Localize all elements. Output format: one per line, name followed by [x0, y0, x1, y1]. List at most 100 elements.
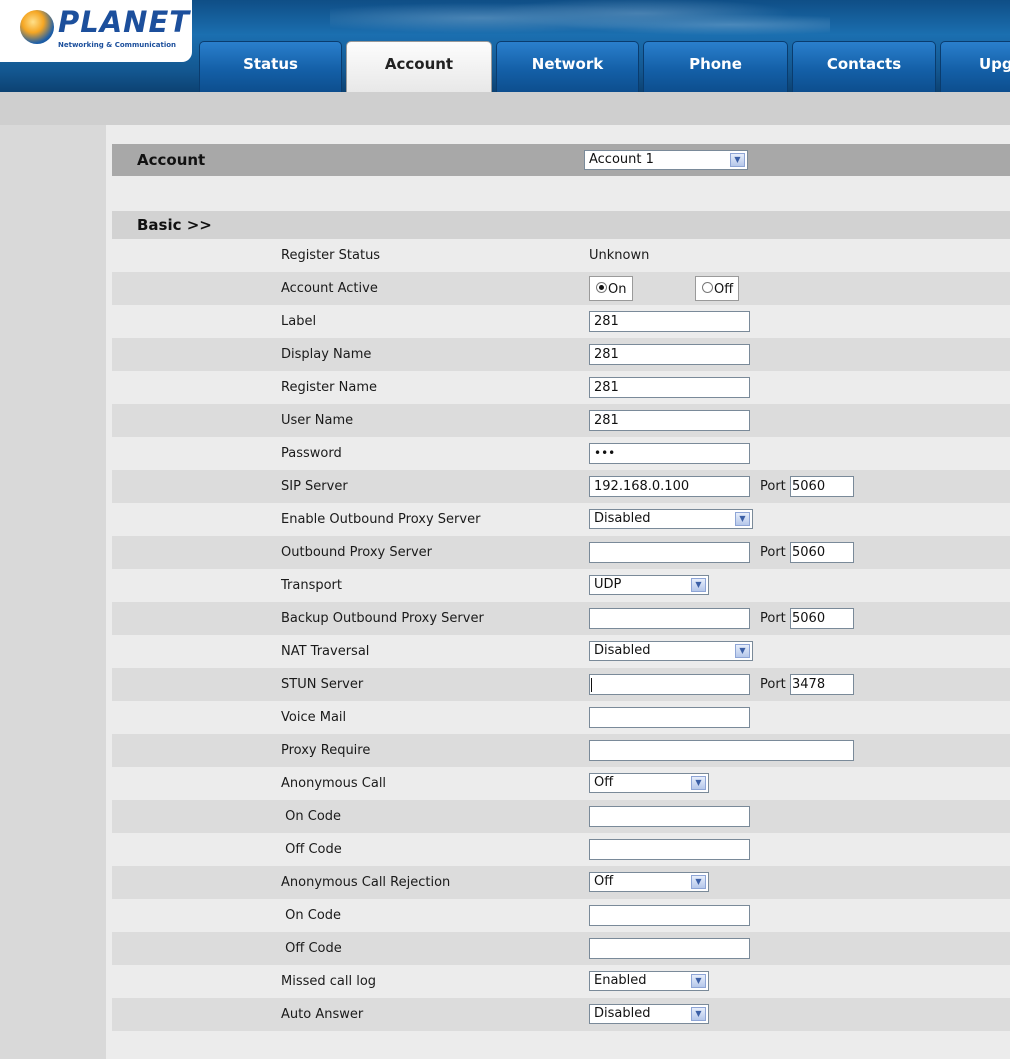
display-name-label: Display Name [281, 347, 372, 362]
tab-upgrade[interactable]: Upg [940, 41, 1010, 92]
outbound-proxy-label: Outbound Proxy Server [281, 545, 433, 560]
row-backup-outbound-proxy: Backup Outbound Proxy Server Port 5060 [112, 602, 1010, 635]
backup-outbound-proxy-input[interactable] [589, 608, 750, 629]
header-banner: PLANET Networking & Communication Status… [0, 0, 1010, 92]
basic-section-header[interactable]: Basic >> [112, 211, 1010, 239]
auto-answer-select[interactable]: Disabled ▼ [589, 1004, 709, 1024]
tab-status[interactable]: Status [199, 41, 342, 92]
row-password: Password ••• [112, 437, 1010, 470]
account-active-label: Account Active [281, 281, 378, 296]
sip-server-label: SIP Server [281, 479, 348, 494]
rej-off-code-input[interactable] [589, 938, 750, 959]
missed-call-log-select[interactable]: Enabled ▼ [589, 971, 709, 991]
anonymous-call-label: Anonymous Call [281, 776, 387, 791]
select-value: Enabled [594, 973, 647, 988]
password-label: Password [281, 446, 342, 461]
nat-traversal-select[interactable]: Disabled ▼ [589, 641, 753, 661]
anon-on-code-input[interactable] [589, 806, 750, 827]
missed-call-log-label: Missed call log [281, 974, 377, 989]
chevron-down-icon: ▼ [730, 153, 745, 167]
tab-contacts[interactable]: Contacts [792, 41, 936, 92]
voice-mail-input[interactable] [589, 707, 750, 728]
sip-port-input[interactable]: 5060 [790, 476, 854, 497]
stun-port-label: Port [760, 677, 786, 692]
chevron-down-icon: ▼ [691, 875, 706, 889]
register-status-label: Register Status [281, 248, 381, 263]
outbound-proxy-port-input[interactable]: 5060 [790, 542, 854, 563]
row-display-name: Display Name 281 [112, 338, 1010, 371]
proxy-require-input[interactable] [589, 740, 854, 761]
select-value: Disabled [594, 511, 651, 526]
outbound-proxy-port-label: Port [760, 545, 786, 560]
anon-off-code-label: Off Code [281, 842, 342, 857]
backup-port-input[interactable]: 5060 [790, 608, 854, 629]
basic-section-title: Basic >> [137, 216, 212, 234]
user-name-input[interactable]: 281 [589, 410, 750, 431]
anonymous-call-select[interactable]: Off ▼ [589, 773, 709, 793]
password-input[interactable]: ••• [589, 443, 750, 464]
account-active-on-radio[interactable]: On [589, 276, 633, 301]
planet-logo[interactable]: PLANET Networking & Communication [0, 0, 192, 62]
row-proxy-require: Proxy Require [112, 734, 1010, 767]
auto-answer-label: Auto Answer [281, 1007, 364, 1022]
backup-outbound-proxy-label: Backup Outbound Proxy Server [281, 611, 484, 626]
world-map-graphic [330, 0, 830, 45]
stun-port-input[interactable]: 3478 [790, 674, 854, 695]
outbound-proxy-input[interactable] [589, 542, 750, 563]
account-panel: Account Account 1 ▼ Basic >> Register St… [106, 125, 1010, 1059]
row-anon-on-code: On Code [112, 800, 1010, 833]
logo-brand: PLANET [58, 5, 191, 39]
chevron-down-icon: ▼ [735, 644, 750, 658]
chevron-down-icon: ▼ [735, 512, 750, 526]
tab-phone[interactable]: Phone [643, 41, 788, 92]
row-outbound-proxy: Outbound Proxy Server Port 5060 [112, 536, 1010, 569]
account-section-title: Account [137, 151, 206, 169]
row-auto-answer: Auto Answer Disabled ▼ [112, 998, 1010, 1031]
anon-on-code-label: On Code [281, 809, 342, 824]
left-column [0, 125, 106, 1059]
chevron-down-icon: ▼ [691, 776, 706, 790]
select-value: Off [594, 874, 614, 889]
select-value: Disabled [594, 1006, 651, 1021]
row-register-name: Register Name 281 [112, 371, 1010, 404]
radio-off-label: Off [714, 282, 734, 297]
account-select[interactable]: Account 1 ▼ [584, 150, 748, 170]
select-value: Disabled [594, 643, 651, 658]
anon-off-code-input[interactable] [589, 839, 750, 860]
transport-select[interactable]: UDP ▼ [589, 575, 709, 595]
tab-network[interactable]: Network [496, 41, 639, 92]
chevron-down-icon: ▼ [691, 974, 706, 988]
sip-server-input[interactable]: 192.168.0.100 [589, 476, 750, 497]
backup-port-label: Port [760, 611, 786, 626]
row-enable-outbound-proxy: Enable Outbound Proxy Server Disabled ▼ [112, 503, 1010, 536]
register-status-value: Unknown [589, 248, 650, 263]
account-select-value: Account 1 [589, 152, 654, 167]
row-register-status: Register Status Unknown [112, 239, 1010, 272]
account-active-off-radio[interactable]: Off [695, 276, 739, 301]
tab-account[interactable]: Account [346, 41, 492, 92]
chevron-down-icon: ▼ [691, 578, 706, 592]
row-anonymous-call: Anonymous Call Off ▼ [112, 767, 1010, 800]
enable-outbound-proxy-label: Enable Outbound Proxy Server [281, 512, 481, 527]
row-stun-server: STUN Server Port 3478 [112, 668, 1010, 701]
row-account-active: Account Active On Off [112, 272, 1010, 305]
enable-outbound-proxy-select[interactable]: Disabled ▼ [589, 509, 753, 529]
radio-on-label: On [608, 282, 627, 297]
register-name-input[interactable]: 281 [589, 377, 750, 398]
display-name-input[interactable]: 281 [589, 344, 750, 365]
transport-label: Transport [281, 578, 343, 593]
rej-on-code-input[interactable] [589, 905, 750, 926]
anonymous-call-rejection-select[interactable]: Off ▼ [589, 872, 709, 892]
nat-traversal-label: NAT Traversal [281, 644, 370, 659]
row-anon-off-code: Off Code [112, 833, 1010, 866]
row-missed-call-log: Missed call log Enabled ▼ [112, 965, 1010, 998]
label-input[interactable]: 281 [589, 311, 750, 332]
user-name-label: User Name [281, 413, 354, 428]
row-label: Label 281 [112, 305, 1010, 338]
row-user-name: User Name 281 [112, 404, 1010, 437]
rej-on-code-label: On Code [281, 908, 342, 923]
sip-port-label: Port [760, 479, 786, 494]
subheader-bar [0, 92, 1010, 125]
text-caret [591, 678, 592, 692]
stun-server-input[interactable] [589, 674, 750, 695]
